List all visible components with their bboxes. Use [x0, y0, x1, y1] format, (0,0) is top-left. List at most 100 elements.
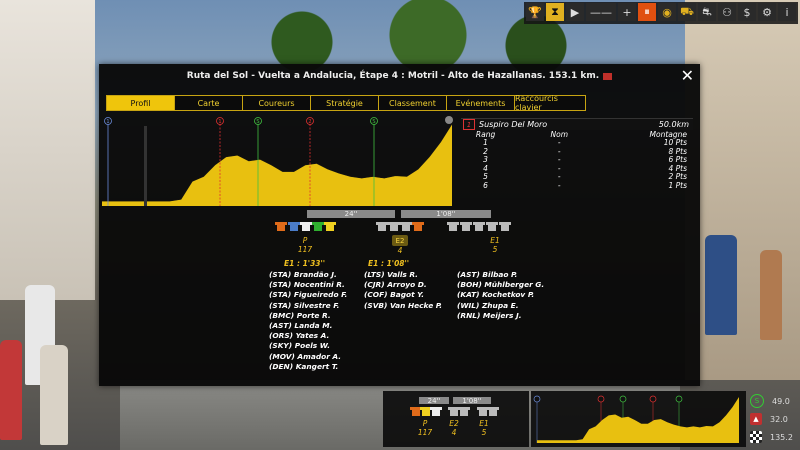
climb-columns: Rang Nom Montagne — [461, 130, 693, 139]
escape2-time-gap: E1 : 1'08'' — [368, 259, 410, 268]
mini-race-overview[interactable]: 24'' 1'08'' P 117 E2 4 E1 5 — [383, 391, 529, 447]
tab-carte[interactable]: Carte — [174, 95, 243, 111]
jersey-icon — [324, 222, 336, 231]
list-item[interactable]: (COF) Bagot Y. — [364, 290, 442, 300]
plus-icon[interactable]: + — [618, 3, 636, 21]
speed-icon: S — [750, 394, 764, 408]
spectator — [705, 235, 737, 335]
jersey-icon — [499, 222, 511, 231]
list-item[interactable]: (BMC) Porte R. — [269, 311, 347, 321]
list-item[interactable]: (AST) Bilbao P. — [457, 270, 544, 280]
tab-evenements[interactable]: Evénements — [446, 95, 515, 111]
group-peloton[interactable]: P 117 — [295, 236, 315, 254]
mini-group-escape1[interactable]: E1 5 — [475, 419, 493, 437]
row-name: - — [557, 180, 561, 190]
speed-slider[interactable]: —— — [586, 3, 616, 21]
gap-bar-escape: 1'08'' — [401, 210, 491, 218]
list-item[interactable]: (BOH) Mühlberger G. — [457, 280, 544, 290]
spectator — [760, 250, 782, 340]
binoculars-icon[interactable]: ⚇ — [718, 3, 736, 21]
climb-table: 1 Suspiro Del Moro 50.0km Rang Nom Monta… — [461, 118, 693, 190]
tab-raccourcis-clavier[interactable]: Raccourcis clavier — [514, 94, 586, 112]
jersey-icon — [473, 222, 485, 231]
race-position-bar — [144, 126, 147, 206]
list-item[interactable]: (STA) Nocentini R. — [269, 280, 347, 290]
start-marker-label: 1 — [106, 119, 109, 125]
group-escape1[interactable]: E1 5 — [485, 236, 505, 254]
stat-speed: S 49.0 — [750, 392, 800, 410]
table-row: 1-10 Pts — [461, 138, 693, 147]
jersey-icon — [300, 222, 312, 231]
pause-icon[interactable]: ⏸ — [638, 3, 656, 21]
peloton-rider-list: (STA) Brandão J. (STA) Nocentini R. (STA… — [269, 270, 347, 372]
table-row: 2-8 Pts — [461, 147, 693, 156]
list-item[interactable]: (CJR) Arroyo D. — [364, 280, 442, 290]
jersey-icon — [400, 222, 412, 231]
escape1-rider-list: (AST) Bilbao P. (BOH) Mühlberger G. (KAT… — [457, 270, 544, 321]
group-peloton-count: 117 — [297, 245, 313, 254]
mini-escape1-label: E1 — [479, 419, 489, 428]
list-item[interactable]: (LTS) Valls R. — [364, 270, 442, 280]
mini-group-escape2[interactable]: E2 4 — [445, 419, 463, 437]
stage-profile-chart[interactable]: 1 1 S 2 S — [102, 116, 454, 208]
tab-classement[interactable]: Classement — [378, 95, 447, 111]
list-item[interactable]: (STA) Figueiredo F. — [269, 290, 347, 300]
game-toolbar: 🏆 ⧗ ▶ —— + ⏸ ◉ ⛟ ⛐ ⚇ $ ⚙ i — [524, 2, 798, 24]
list-item[interactable]: (ORS) Yates A. — [269, 331, 347, 341]
jersey-icon — [275, 222, 287, 231]
jersey-icon — [477, 407, 489, 416]
list-item[interactable]: (DEN) Kangert T. — [269, 362, 347, 372]
eye-icon[interactable]: ◉ — [658, 3, 676, 21]
group-escape1-label: E1 — [490, 236, 500, 245]
profile-image-icon — [603, 72, 613, 80]
money-icon[interactable]: $ — [738, 3, 756, 21]
jersey-icon — [376, 222, 388, 231]
hourglass-icon[interactable]: ⧗ — [546, 3, 564, 21]
trophy-icon[interactable]: 🏆 — [526, 3, 544, 21]
mini-profile-area — [537, 397, 739, 443]
jersey-icon — [288, 222, 300, 231]
list-item[interactable]: (AST) Landa M. — [269, 321, 347, 331]
tab-strategie[interactable]: Stratégie — [310, 95, 379, 111]
profile-elevation-area — [102, 124, 452, 206]
list-item[interactable]: (SVB) Van Hecke P. — [364, 301, 442, 311]
mini-escape2-label: E2 — [449, 419, 459, 428]
row-points: 1 Pts — [668, 180, 687, 190]
info-icon[interactable]: i — [778, 3, 796, 21]
mini-start-marker-icon — [533, 395, 541, 403]
close-button[interactable]: ✕ — [681, 66, 694, 85]
climb-number: 1 — [463, 119, 475, 130]
spectator — [0, 340, 22, 440]
race-stats: S 49.0 ▲ 32.0 135.2 — [750, 392, 800, 446]
race-car-icon[interactable]: ⛐ — [698, 3, 716, 21]
list-item[interactable]: (STA) Brandão J. — [269, 270, 347, 280]
list-item[interactable]: (STA) Silvestre F. — [269, 301, 347, 311]
jersey-icon — [430, 407, 442, 416]
stage-panel: Ruta del Sol - Vuelta a Andalucia, Étape… — [99, 64, 700, 386]
tab-profil[interactable]: Profil — [106, 95, 175, 111]
table-row: 6 - 1 Pts — [461, 181, 693, 190]
table-row: 3-6 Pts — [461, 155, 693, 164]
mini-sprint-marker-icon — [619, 395, 627, 403]
climb-header[interactable]: 1 Suspiro Del Moro 50.0km — [461, 118, 693, 130]
group-escape2-badge[interactable]: E2 — [392, 235, 408, 246]
jersey-icon — [312, 222, 324, 231]
climb-distance: 50.0km — [658, 120, 689, 129]
list-item[interactable]: (SKY) Poels W. — [269, 341, 347, 351]
list-item[interactable]: (RNL) Meijers J. — [457, 311, 544, 321]
stat-climb: ▲ 32.0 — [750, 410, 800, 428]
team-car-icon[interactable]: ⛟ — [678, 3, 696, 21]
mini-stage-profile[interactable] — [531, 391, 746, 447]
list-item[interactable]: (MOV) Amador A. — [269, 352, 347, 362]
play-icon[interactable]: ▶ — [566, 3, 584, 21]
tab-coureurs[interactable]: Coureurs — [242, 95, 311, 111]
list-item[interactable]: (KAT) Kochetkov P. — [457, 290, 544, 300]
background-building-left — [0, 0, 95, 300]
table-row: 4-4 Pts — [461, 164, 693, 173]
mini-group-peloton[interactable]: P 117 — [416, 419, 434, 437]
list-item[interactable]: (WIL) Zhupa E. — [457, 301, 544, 311]
gear-icon[interactable]: ⚙ — [758, 3, 776, 21]
jersey-icon — [447, 222, 459, 231]
sprint-marker-label: S — [256, 119, 259, 125]
jersey-icon — [487, 407, 499, 416]
